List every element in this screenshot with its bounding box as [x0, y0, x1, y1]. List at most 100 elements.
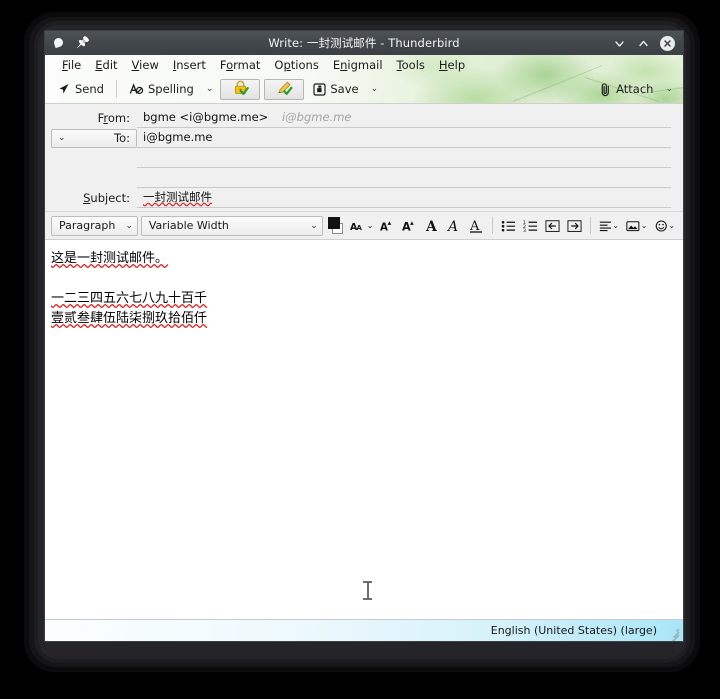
text-color-swatch[interactable] — [327, 217, 344, 234]
increase-font-size-button[interactable]: A ▴ — [400, 215, 419, 236]
send-button[interactable]: Send — [51, 79, 110, 99]
pin-icon[interactable] — [75, 35, 91, 51]
insert-image-menu-button[interactable]: ⌄ — [624, 215, 649, 236]
foreground-color-chip — [327, 217, 340, 229]
spelling-dropdown-chevron-down-icon[interactable]: ⌄ — [202, 82, 218, 96]
maximize-button[interactable] — [636, 36, 651, 51]
window-chrome: File Edit View Insert Format Options Eni… — [45, 55, 683, 103]
compose-headers: From: bgme <i@bgme.me> i@bgme.me ⌄ To: i… — [45, 103, 683, 211]
align-menu-button[interactable]: ⌄ — [597, 215, 622, 236]
window-title: Write: 一封测试邮件 - Thunderbird — [268, 36, 460, 50]
title-bar[interactable]: Write: 一封测试邮件 - Thunderbird — [45, 31, 683, 55]
subject-input[interactable]: 一封测试邮件 — [137, 188, 671, 208]
from-identity-field[interactable]: bgme <i@bgme.me> i@bgme.me — [137, 108, 671, 128]
enigmail-encrypt-button[interactable] — [220, 78, 261, 100]
header-row-subject: Subject: 一封测试邮件 — [51, 188, 671, 208]
italic-button[interactable]: A — [445, 215, 464, 236]
underline-button[interactable]: A — [467, 215, 486, 236]
menu-edit[interactable]: Edit — [88, 57, 124, 73]
menu-tools[interactable]: Tools — [390, 57, 432, 73]
outdent-button[interactable] — [543, 215, 562, 236]
send-paper-plane-icon — [57, 82, 71, 96]
chevron-down-icon: ⌄ — [58, 133, 66, 143]
chevron-down-icon: ⌄ — [125, 220, 133, 231]
toolbar-separator-1 — [115, 80, 117, 98]
resize-grip-icon[interactable] — [665, 624, 680, 641]
bullet-list-button[interactable] — [499, 215, 518, 236]
indent-button[interactable] — [565, 215, 584, 236]
svg-text:3: 3 — [523, 228, 526, 233]
svg-text:A: A — [447, 219, 458, 233]
pencil-check-icon — [276, 79, 293, 100]
menu-view[interactable]: View — [125, 57, 166, 73]
header-row-to: ⌄ To: i@bgme.me — [51, 128, 671, 148]
font-size-menu-button[interactable]: AA ⌄ — [348, 215, 375, 236]
from-identity-value: bgme <i@bgme.me> — [143, 110, 269, 124]
body-line-4: 壹贰叁肆伍陆柒捌玖拾佰仟 — [51, 309, 673, 329]
chevron-down-icon: ⌄ — [612, 221, 620, 230]
spelling-button[interactable]: Spelling — [123, 79, 200, 99]
save-dropdown-chevron-down-icon[interactable]: ⌄ — [367, 82, 383, 96]
svg-text:A: A — [425, 219, 438, 233]
chevron-down-icon: ⌄ — [366, 221, 374, 230]
padlock-check-icon — [232, 79, 249, 100]
chevron-down-icon: ⌄ — [640, 221, 648, 230]
body-text-1: 这是一封测试邮件。 — [51, 251, 169, 266]
minimize-button[interactable] — [612, 36, 627, 51]
body-blank-line — [51, 269, 673, 289]
message-body-editor[interactable]: 这是一封测试邮件。 一二三四五六七八九十百千 壹贰叁肆伍陆柒捌玖拾佰仟 — [45, 239, 683, 619]
emoticon-menu-button[interactable]: ⌄ — [653, 215, 678, 236]
svg-text:▴: ▴ — [411, 219, 415, 227]
format-separator-2 — [589, 217, 591, 234]
to-label: To: — [114, 131, 130, 145]
body-line-1: 这是一封测试邮件。 — [51, 249, 673, 269]
thunderbird-icon — [51, 35, 67, 51]
header-row-from: From: bgme <i@bgme.me> i@bgme.me — [51, 108, 671, 128]
spellcheck-abc-icon — [129, 82, 144, 96]
save-button[interactable]: Save — [307, 79, 364, 99]
menu-help[interactable]: Help — [432, 57, 472, 73]
spellcheck-language-status[interactable]: English (United States) (large) — [491, 624, 665, 637]
menu-file[interactable]: File — [55, 57, 88, 73]
decrease-font-size-button[interactable]: A ▴ — [378, 215, 397, 236]
subject-label: Subject: — [83, 191, 130, 205]
body-text-3: 壹贰叁肆伍陆柒捌玖拾佰仟 — [51, 311, 208, 326]
recipient-input-empty-2[interactable] — [137, 169, 671, 188]
header-row-empty-1 — [51, 148, 671, 168]
menu-enigmail[interactable]: Enigmail — [326, 57, 390, 73]
status-bar: English (United States) (large) — [45, 619, 683, 641]
chevron-down-icon: ⌄ — [668, 221, 676, 230]
svg-text:A: A — [357, 223, 363, 231]
spelling-button-label: Spelling — [147, 82, 194, 96]
font-family-select[interactable]: Variable Width ⌄ — [140, 215, 323, 236]
message-body-content: 这是一封测试邮件。 一二三四五六七八九十百千 壹贰叁肆伍陆柒捌玖拾佰仟 — [51, 249, 673, 329]
main-toolbar: Send Spelling ⌄ Save ⌄ Attach ⌄ — [45, 75, 683, 103]
bold-button[interactable]: A — [423, 215, 442, 236]
desktop-background: Write: 一封测试邮件 - Thunderbird File Edit — [0, 0, 720, 699]
close-button[interactable] — [660, 35, 675, 51]
format-separator-1 — [491, 217, 493, 234]
svg-text:A: A — [469, 219, 480, 233]
menu-insert[interactable]: Insert — [166, 57, 213, 73]
paragraph-style-value: Paragraph — [59, 219, 116, 232]
menu-options[interactable]: Options — [267, 57, 325, 73]
chevron-down-icon: ⌄ — [310, 220, 318, 231]
save-disk-icon — [313, 82, 326, 96]
enigmail-sign-button[interactable] — [264, 78, 305, 100]
recipient-input-empty-1[interactable] — [137, 149, 671, 168]
to-input[interactable]: i@bgme.me — [137, 128, 671, 148]
numbered-list-button[interactable]: 1 2 3 — [521, 215, 540, 236]
svg-text:▴: ▴ — [388, 219, 392, 227]
body-text-2: 一二三四五六七八九十百千 — [51, 291, 208, 306]
menu-format[interactable]: Format — [213, 57, 268, 73]
send-button-label: Send — [75, 82, 104, 96]
paragraph-style-select[interactable]: Paragraph ⌄ — [51, 215, 138, 236]
header-row-empty-2 — [51, 168, 671, 188]
body-line-3: 一二三四五六七八九十百千 — [51, 289, 673, 309]
text-ibeam-cursor — [363, 581, 372, 600]
from-identity-hint: i@bgme.me — [281, 110, 352, 124]
recipient-type-selector[interactable]: ⌄ To: — [51, 128, 137, 148]
attach-button[interactable]: Attach — [593, 79, 659, 100]
save-button-label: Save — [330, 82, 359, 96]
formatting-toolbar: Paragraph ⌄ Variable Width ⌄ AA ⌄ A ▴ A ▴ — [45, 211, 683, 239]
